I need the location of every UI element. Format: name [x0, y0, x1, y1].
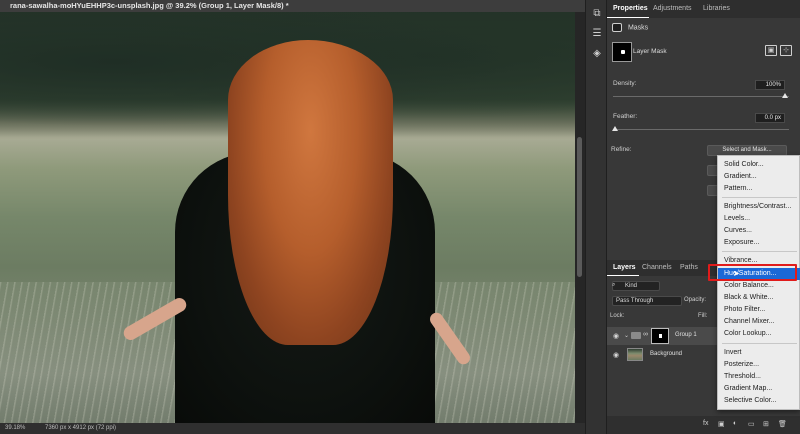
- feather-slider-knob[interactable]: [612, 126, 618, 131]
- menu-item-gradient-map[interactable]: Gradient Map...: [718, 383, 800, 395]
- tab-layers[interactable]: Layers: [613, 264, 636, 271]
- new-group-icon[interactable]: ▭: [748, 420, 755, 428]
- document-dimensions: 7360 px x 4912 px (72 ppi): [45, 425, 117, 431]
- menu-item-color-balance[interactable]: Color Balance...: [718, 280, 800, 292]
- adjustment-layer-menu: Solid Color... Gradient... Pattern... Br…: [717, 155, 800, 410]
- chain-icon[interactable]: ∞: [643, 331, 648, 338]
- fill-label: Fill:: [698, 313, 708, 319]
- feather-input[interactable]: 0.0 px: [755, 113, 785, 123]
- kind-filter-value: Kind: [625, 283, 638, 289]
- menu-item-posterize[interactable]: Posterize...: [718, 359, 800, 371]
- tab-properties[interactable]: Properties: [613, 5, 648, 12]
- menu-item-solid-color[interactable]: Solid Color...: [718, 159, 800, 171]
- adjustment-layer-icon[interactable]: ◐: [733, 420, 737, 427]
- density-label: Density:: [613, 80, 637, 87]
- active-layers-tab-indicator: [607, 275, 639, 276]
- blend-mode-select[interactable]: Pass Through: [612, 296, 682, 306]
- menu-item-invert[interactable]: Invert: [718, 347, 800, 359]
- menu-item-levels[interactable]: Levels...: [718, 213, 800, 225]
- chevron-down-icon[interactable]: ⌄: [624, 332, 629, 339]
- active-tab-indicator: [607, 17, 649, 18]
- red-highlight-annotation: [708, 264, 797, 281]
- layer-name: Group 1: [675, 332, 697, 338]
- opacity-label: Opacity:: [684, 297, 707, 303]
- new-layer-icon[interactable]: ⊞: [763, 420, 769, 428]
- folder-icon: [631, 332, 641, 339]
- eye-icon[interactable]: ◉: [613, 351, 619, 359]
- menu-item-channel-mixer[interactable]: Channel Mixer...: [718, 316, 800, 328]
- blend-mode-value: Pass Through: [616, 298, 654, 304]
- menu-item-brightness-contrast[interactable]: Brightness/Contrast...: [718, 201, 800, 213]
- masks-label: Masks: [627, 24, 649, 32]
- scrollbar-thumb[interactable]: [577, 137, 582, 277]
- menu-item-curves[interactable]: Curves...: [718, 225, 800, 237]
- zoom-level[interactable]: 39.18%: [5, 425, 25, 431]
- masks-header: Masks: [612, 23, 648, 32]
- lock-label: Lock:: [610, 313, 625, 319]
- menu-separator: [722, 343, 797, 344]
- group-mask-thumbnail[interactable]: [651, 328, 669, 344]
- panel-toolstrip: ⧉ ☰ ◈: [585, 0, 607, 434]
- tab-channels[interactable]: Channels: [642, 264, 672, 271]
- menu-item-photo-filter[interactable]: Photo Filter...: [718, 304, 800, 316]
- menu-item-gradient[interactable]: Gradient...: [718, 171, 800, 183]
- properties-icon[interactable]: ☰: [591, 28, 603, 40]
- density-input[interactable]: 100%: [755, 80, 785, 90]
- menu-separator: [722, 197, 797, 198]
- menu-item-pattern[interactable]: Pattern...: [718, 183, 800, 195]
- menu-item-exposure[interactable]: Exposure...: [718, 237, 800, 249]
- search-icon: ⌕: [612, 282, 616, 288]
- add-mask-icon[interactable]: ▣: [718, 420, 725, 428]
- eye-icon[interactable]: ◉: [613, 332, 619, 340]
- adjust-sliders-icon[interactable]: ⧉: [591, 8, 603, 20]
- document-title: rana-sawalha-moHYuEHHP3c-unsplash.jpg @ …: [10, 1, 289, 10]
- document-tab[interactable]: rana-sawalha-moHYuEHHP3c-unsplash.jpg @ …: [0, 0, 585, 12]
- mask-silhouette: [659, 334, 662, 338]
- properties-tabs: Properties Adjustments Libraries: [607, 0, 800, 18]
- density-slider-knob[interactable]: [782, 93, 788, 98]
- background-thumbnail: [627, 348, 643, 361]
- fx-icon[interactable]: fx: [703, 420, 708, 427]
- refine-label: Refine:: [611, 146, 632, 153]
- status-bar: 39.18% 7360 px x 4912 px (72 ppi): [0, 423, 585, 434]
- density-slider[interactable]: [613, 96, 789, 97]
- layer-mask-thumbnail[interactable]: [612, 42, 632, 62]
- mask-silhouette: [621, 50, 625, 54]
- pixel-mask-icon[interactable]: ▣: [765, 45, 777, 56]
- layer-kind-filter[interactable]: Kind: [612, 281, 660, 291]
- layers-footer: fx ▣ ◐ ▭ ⊞ 🗑: [607, 416, 800, 434]
- layer-mask-label: Layer Mask: [633, 48, 667, 55]
- feather-slider[interactable]: [613, 129, 789, 130]
- menu-item-black-white[interactable]: Black & White...: [718, 292, 800, 304]
- feather-label: Feather:: [613, 113, 638, 120]
- cursor-arrow-icon: ➤: [733, 269, 740, 278]
- tab-adjustments[interactable]: Adjustments: [653, 5, 692, 12]
- mask-icon: [612, 23, 622, 32]
- image-canvas[interactable]: [0, 12, 575, 423]
- layers-stack-icon[interactable]: ◈: [591, 48, 603, 60]
- tab-libraries[interactable]: Libraries: [703, 5, 730, 12]
- menu-item-threshold[interactable]: Threshold...: [718, 371, 800, 383]
- canvas-vertical-scrollbar[interactable]: [575, 12, 585, 423]
- menu-separator: [722, 251, 797, 252]
- vector-mask-icon[interactable]: ⊹: [780, 45, 792, 56]
- menu-item-color-lookup[interactable]: Color Lookup...: [718, 328, 800, 340]
- trash-icon[interactable]: 🗑: [778, 420, 787, 428]
- photo-subject-hair: [228, 40, 393, 345]
- tab-paths[interactable]: Paths: [680, 264, 698, 271]
- layer-name: Background: [650, 351, 683, 357]
- menu-item-selective-color[interactable]: Selective Color...: [718, 395, 800, 407]
